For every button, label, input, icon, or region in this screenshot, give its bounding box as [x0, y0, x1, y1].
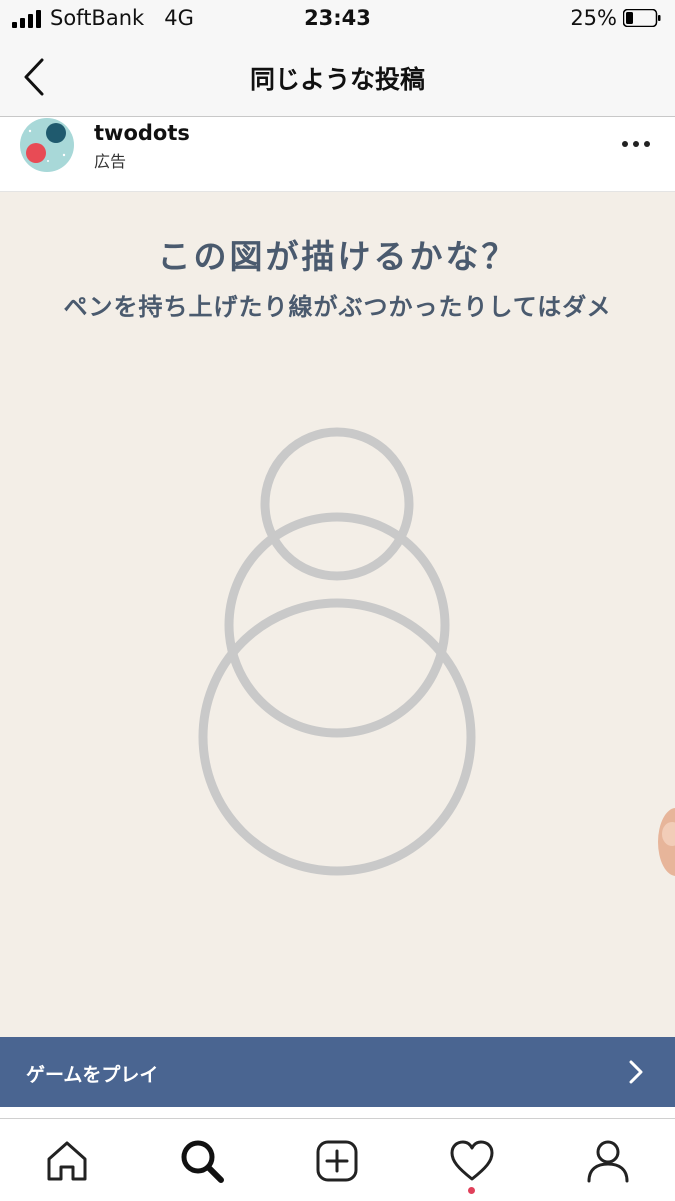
username[interactable]: twodots: [94, 121, 190, 145]
page-title: 同じような投稿: [249, 65, 425, 94]
snowman-figure: [198, 427, 476, 876]
tab-activity[interactable]: [448, 1137, 496, 1185]
ad-image[interactable]: この図が描けるかな？ ペンを持ち上げたり線がぶつかったりしてはダメ: [0, 192, 675, 1037]
tab-home[interactable]: [43, 1137, 91, 1185]
sponsored-label: 広告: [94, 152, 127, 171]
tab-profile[interactable]: [584, 1137, 632, 1185]
home-icon: [47, 1141, 87, 1181]
add-post-icon: [316, 1140, 358, 1182]
chevron-right-icon: [629, 1060, 643, 1084]
play-game-label: ゲームをプレイ: [26, 1064, 159, 1086]
heart-icon: [450, 1140, 494, 1181]
nav-header: 同じような投稿: [0, 40, 675, 117]
battery-percent: 25%: [570, 6, 617, 30]
tab-new-post[interactable]: [313, 1137, 361, 1185]
more-options-icon[interactable]: [621, 137, 651, 151]
search-icon: [181, 1140, 224, 1183]
play-game-button[interactable]: ゲームをプレイ: [0, 1037, 675, 1107]
battery-icon: [623, 9, 661, 27]
status-bar: SoftBank 4G 23:43 25%: [0, 0, 675, 40]
notification-dot: [468, 1187, 475, 1194]
tab-bar: [0, 1118, 675, 1201]
profile-icon: [587, 1140, 629, 1183]
finger-hint-icon: [658, 808, 675, 876]
tab-search[interactable]: [178, 1137, 226, 1185]
post-header: twodots 広告: [0, 117, 675, 192]
figure-top-circle: [260, 427, 414, 581]
avatar[interactable]: [18, 117, 76, 173]
